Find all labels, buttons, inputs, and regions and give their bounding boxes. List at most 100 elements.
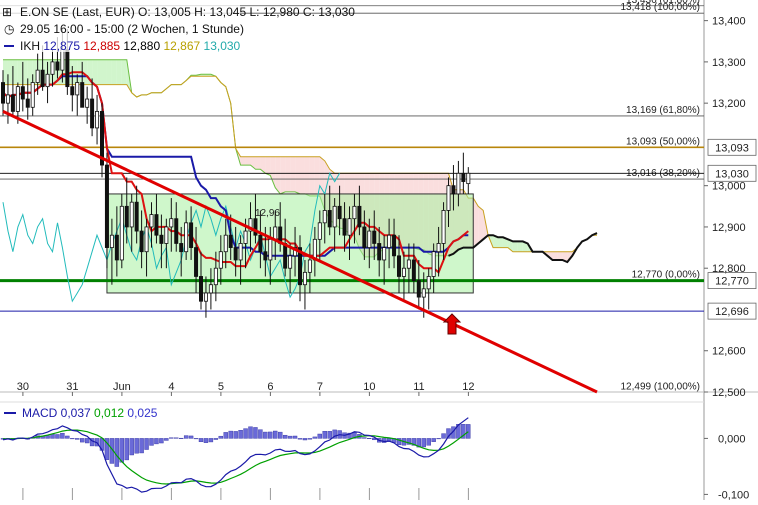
candle-body bbox=[164, 226, 169, 244]
candle-body bbox=[406, 259, 411, 269]
ichimoku-cloud-segment bbox=[478, 206, 484, 244]
macd-histogram-bar bbox=[421, 438, 426, 448]
macd-histogram-bar bbox=[208, 438, 214, 443]
ikh-value: 12,867 bbox=[160, 39, 200, 53]
ichimoku-cloud-segment bbox=[304, 156, 310, 196]
candle-body bbox=[307, 259, 312, 273]
y-tick-label: 12,500 bbox=[712, 387, 746, 399]
candle-body bbox=[446, 185, 451, 211]
macd-histogram-bar bbox=[327, 431, 332, 439]
c-label: C: bbox=[303, 5, 315, 19]
candle-body bbox=[55, 61, 60, 71]
candle-body bbox=[35, 69, 40, 83]
macd-histogram-bar bbox=[297, 438, 303, 440]
ikh-value: 12,875 bbox=[43, 39, 80, 53]
ichimoku-cloud-segment bbox=[116, 59, 122, 85]
candle-body bbox=[154, 214, 159, 236]
candle-body bbox=[124, 205, 129, 228]
candle-body bbox=[238, 243, 243, 261]
macd-histogram-bar bbox=[263, 431, 268, 439]
candle-body bbox=[362, 226, 367, 248]
c-value: 13,030 bbox=[318, 5, 355, 19]
arrow-layer bbox=[442, 313, 462, 335]
macd-line bbox=[2, 417, 469, 493]
ichimoku-cloud-segment bbox=[7, 59, 13, 85]
x-tick-label: 10 bbox=[363, 381, 375, 393]
macd-histogram-bar bbox=[253, 427, 258, 439]
candle-body bbox=[189, 222, 194, 248]
macd-histogram-bar bbox=[84, 438, 90, 444]
x-tick-label: 7 bbox=[317, 381, 323, 393]
macd-histogram-bar bbox=[178, 437, 184, 439]
ichimoku-cloud-segment bbox=[265, 156, 271, 176]
macd-histogram-bar bbox=[144, 438, 149, 450]
candle-body bbox=[20, 86, 25, 100]
candle-body bbox=[45, 73, 50, 88]
candle-body bbox=[456, 172, 461, 195]
ichimoku-cloud-segment bbox=[111, 59, 117, 85]
candle-body bbox=[213, 267, 218, 286]
macd-panel: 0,000 -0,100 bbox=[0, 417, 749, 501]
macd-histogram-bar bbox=[322, 431, 327, 439]
up-arrow-marker bbox=[442, 313, 462, 335]
candle-body bbox=[25, 98, 30, 108]
candle-body bbox=[426, 276, 431, 290]
candle-body bbox=[233, 247, 238, 261]
candle-body bbox=[347, 218, 352, 236]
ichimoku-cloud-segment bbox=[512, 241, 518, 252]
candle-body bbox=[208, 284, 213, 294]
candle-body bbox=[288, 255, 293, 269]
price-chart: 12,96 13,436 (61,80%)13,418 (100,00%)13,… bbox=[0, 0, 758, 501]
ikh-value: 13,030 bbox=[200, 39, 240, 53]
candle-body bbox=[65, 49, 70, 88]
macd-histogram-bar bbox=[213, 438, 219, 440]
l-label: L: bbox=[250, 5, 260, 19]
ichimoku-cloud-segment bbox=[106, 59, 112, 85]
y-tick-label: 13,200 bbox=[712, 98, 746, 110]
ichimoku-cloud-segment bbox=[517, 241, 523, 252]
candle-body bbox=[352, 205, 357, 220]
x-tick-label: 11 bbox=[413, 381, 424, 393]
candle-body bbox=[466, 172, 471, 185]
ikh-value: 12,880 bbox=[120, 39, 160, 53]
candle-body bbox=[75, 82, 80, 96]
ichimoku-cloud-segment bbox=[245, 156, 251, 166]
macd-value: 0,012 bbox=[91, 406, 125, 420]
candle-body bbox=[114, 234, 119, 261]
candle-body bbox=[169, 218, 174, 228]
ichimoku-cloud-segment bbox=[285, 156, 291, 192]
macd-histogram-bar bbox=[60, 432, 65, 439]
ichimoku-cloud-segment bbox=[295, 156, 300, 194]
macd-histogram-bar bbox=[248, 426, 253, 439]
y-tick-label: 13,300 bbox=[712, 57, 746, 69]
macd-histogram-bar bbox=[198, 438, 204, 443]
macd-histogram-bar bbox=[114, 438, 120, 467]
x-tick-label: 4 bbox=[168, 381, 174, 393]
macd-histogram-bar bbox=[223, 432, 228, 439]
clock-icon: ◷ bbox=[4, 22, 15, 36]
chart-icon: ⊞ bbox=[2, 5, 12, 19]
candle-body bbox=[396, 255, 401, 277]
macd-histogram-bar bbox=[233, 431, 238, 439]
macd-histogram-bar bbox=[302, 438, 308, 441]
candle-body bbox=[223, 234, 228, 253]
ichimoku-cloud-segment bbox=[27, 59, 33, 85]
candle-body bbox=[0, 82, 6, 104]
candle-body bbox=[15, 86, 20, 112]
candle-body bbox=[451, 185, 456, 195]
macd-histogram-bar bbox=[292, 435, 298, 439]
x-tick-label: 30 bbox=[17, 381, 29, 393]
macd-histogram-bar bbox=[183, 435, 189, 439]
candle-body bbox=[421, 288, 426, 298]
candle-body bbox=[243, 230, 248, 244]
candle-body bbox=[327, 210, 332, 228]
candle-body bbox=[203, 292, 208, 302]
ichimoku-cloud-segment bbox=[3, 59, 8, 85]
candle-body bbox=[416, 280, 421, 298]
macd-histogram-bar bbox=[50, 434, 55, 439]
candle-body bbox=[387, 234, 392, 248]
fib-level-label: 13,418 (100,00%) bbox=[620, 2, 700, 13]
ichimoku-cloud-segment bbox=[255, 156, 261, 170]
instrument-line: E.ON SE (Last, EUR) O: 13,005 H: 13,045 … bbox=[20, 5, 355, 19]
macd-value: 0,037 bbox=[57, 406, 91, 420]
